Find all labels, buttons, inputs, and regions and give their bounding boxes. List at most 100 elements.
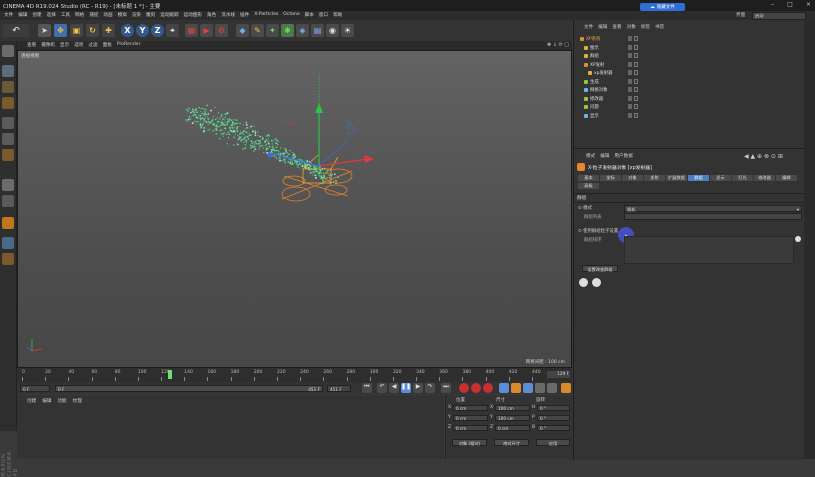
object-visibility-toggles[interactable] bbox=[628, 112, 640, 119]
enable-check[interactable] bbox=[634, 87, 638, 92]
set-change-group-button[interactable]: 设置改变群组 bbox=[582, 265, 618, 272]
enable-check[interactable] bbox=[634, 112, 638, 118]
render-picture-viewer-button[interactable]: ▶ bbox=[200, 24, 213, 37]
object-row[interactable]: 网格对象 bbox=[580, 86, 798, 94]
menu-item[interactable]: 渲染 bbox=[132, 12, 141, 18]
menu-item[interactable]: 运动图形 bbox=[184, 12, 202, 18]
end-frame-field[interactable]: 451 F bbox=[327, 385, 351, 392]
scale-tool-button[interactable]: ▣ bbox=[70, 24, 83, 37]
perspective-viewport[interactable]: 透视视图 网格间距: 100 cm bbox=[17, 50, 572, 368]
param-key-button[interactable] bbox=[535, 383, 545, 393]
viewport-menu-item[interactable]: 过滤 bbox=[88, 42, 97, 48]
enable-check[interactable] bbox=[634, 36, 638, 41]
visibility-dot[interactable] bbox=[628, 70, 632, 75]
preview-range-slider[interactable]: 0 F 451 F bbox=[55, 385, 323, 392]
make-editable-button[interactable] bbox=[2, 45, 14, 57]
position-field[interactable]: 0 cm bbox=[453, 425, 488, 431]
attribute-tab[interactable]: 发射 bbox=[644, 175, 665, 181]
menu-item[interactable]: 动画 bbox=[103, 12, 112, 18]
object-row[interactable]: XP发射 bbox=[580, 61, 798, 69]
camera-button[interactable]: ◉ bbox=[326, 24, 339, 37]
visibility-dot[interactable] bbox=[628, 53, 632, 58]
attribute-tab[interactable]: 对象 bbox=[622, 175, 643, 181]
layout-select[interactable]: 启动 bbox=[752, 12, 806, 20]
timeline-window-button[interactable] bbox=[561, 383, 571, 393]
playhead[interactable] bbox=[168, 370, 172, 379]
rotation-field[interactable]: 0 ° bbox=[537, 405, 570, 411]
next-key-button[interactable]: ↷ bbox=[425, 383, 435, 393]
viewport-menu-item[interactable]: ProRender bbox=[117, 42, 141, 48]
array-button[interactable]: ✱ bbox=[281, 24, 294, 37]
material-menu-item[interactable]: 纹理 bbox=[73, 398, 82, 404]
rotation-key-button[interactable] bbox=[523, 383, 533, 393]
z-axis-button[interactable]: Z bbox=[151, 24, 164, 37]
undo-button[interactable]: ↶ bbox=[3, 24, 29, 37]
cloud-button[interactable]: ☁ 隐藏文件 bbox=[640, 3, 685, 11]
visibility-dot[interactable] bbox=[628, 95, 632, 101]
visibility-dot[interactable] bbox=[628, 44, 632, 50]
keyframe-selection-button[interactable] bbox=[483, 383, 493, 393]
prev-key-button[interactable]: ↶ bbox=[377, 383, 387, 393]
menu-item[interactable]: 创建 bbox=[32, 12, 41, 18]
position-field[interactable]: 0 cm bbox=[453, 405, 488, 411]
visibility-dot[interactable] bbox=[628, 112, 632, 118]
object-row[interactable]: 图示 bbox=[580, 44, 798, 52]
object-row[interactable]: 修改器 bbox=[580, 95, 798, 103]
goto-start-button[interactable]: ⏮ bbox=[362, 383, 372, 393]
visibility-dot[interactable] bbox=[628, 78, 632, 84]
rotate-tool-button[interactable]: ↻ bbox=[86, 24, 99, 37]
add-circle-icon[interactable] bbox=[795, 236, 801, 242]
mode-select[interactable]: 随机 ▾ bbox=[624, 205, 802, 212]
object-menu-item[interactable]: 标签 bbox=[641, 24, 650, 30]
object-visibility-toggles[interactable] bbox=[628, 36, 640, 42]
menu-item[interactable]: 窗口 bbox=[319, 12, 328, 18]
start-frame-field[interactable]: 0 F bbox=[20, 385, 50, 392]
recent-tool-button[interactable]: ✚ bbox=[102, 24, 115, 37]
cube-button[interactable]: ◆ bbox=[236, 24, 249, 37]
attribute-tab[interactable]: 群组 bbox=[688, 175, 709, 181]
enable-check[interactable] bbox=[634, 70, 638, 75]
points-mode-button[interactable] bbox=[2, 117, 14, 129]
menu-item[interactable]: 插件 bbox=[240, 12, 249, 18]
apply-button[interactable]: 应用 bbox=[536, 439, 570, 446]
attribute-menu-item[interactable]: 用户数据 bbox=[614, 153, 632, 159]
maximize-button[interactable]: □ bbox=[787, 1, 793, 10]
xp-logo-icon[interactable] bbox=[579, 278, 588, 287]
object-row[interactable]: 生成 bbox=[580, 78, 798, 86]
viewport-menu-item[interactable]: 显示 bbox=[60, 42, 69, 48]
object-row[interactable]: xp发射器 bbox=[580, 69, 798, 77]
object-menu-item[interactable]: 编辑 bbox=[598, 24, 607, 30]
minimize-button[interactable]: – bbox=[771, 1, 774, 10]
scene-svg[interactable] bbox=[18, 51, 571, 367]
enable-axis-button[interactable] bbox=[2, 179, 14, 191]
menu-item[interactable]: 脚本 bbox=[305, 12, 314, 18]
object-row[interactable]: 问题 bbox=[580, 103, 798, 111]
goto-end-button[interactable]: ⏭ bbox=[441, 383, 451, 393]
object-menu-item[interactable]: 文件 bbox=[584, 24, 593, 30]
attribute-menu-item[interactable]: 模式 bbox=[586, 153, 595, 159]
menu-item[interactable]: 流水线 bbox=[221, 12, 235, 18]
menu-item[interactable]: 选择 bbox=[47, 12, 56, 18]
render-settings-button[interactable]: ⚙ bbox=[215, 24, 228, 37]
object-row[interactable]: 群组 bbox=[580, 52, 798, 60]
menu-item[interactable]: X-Particles bbox=[254, 12, 278, 18]
viewport-menu-item[interactable]: 面板 bbox=[103, 42, 112, 48]
menu-item[interactable]: 捕捉 bbox=[89, 12, 98, 18]
y-axis-arrow[interactable] bbox=[315, 103, 323, 113]
attribute-tab[interactable]: 基本 bbox=[578, 175, 599, 181]
z-axis-arrow[interactable] bbox=[267, 152, 273, 158]
visibility-dot[interactable] bbox=[628, 61, 632, 67]
size-mode-select[interactable]: 绝对尺寸 bbox=[494, 439, 529, 446]
enable-check[interactable] bbox=[634, 104, 638, 109]
auto-key-button[interactable] bbox=[471, 383, 481, 393]
enable-check[interactable] bbox=[634, 78, 638, 84]
xp-help-icon[interactable] bbox=[592, 278, 601, 287]
close-button[interactable]: × bbox=[806, 1, 811, 10]
visibility-dot[interactable] bbox=[628, 104, 632, 109]
menu-item[interactable]: 工具 bbox=[61, 12, 70, 18]
group-order-list[interactable] bbox=[624, 236, 794, 264]
viewport-menu-item[interactable]: 选项 bbox=[74, 42, 83, 48]
timeline-ruler[interactable]: 0 20 40 60 80 100 120 140 160 180 200 220 240 260 280 3… bbox=[17, 368, 572, 382]
menu-item[interactable]: 雕刻 bbox=[146, 12, 155, 18]
record-button[interactable] bbox=[459, 383, 469, 393]
